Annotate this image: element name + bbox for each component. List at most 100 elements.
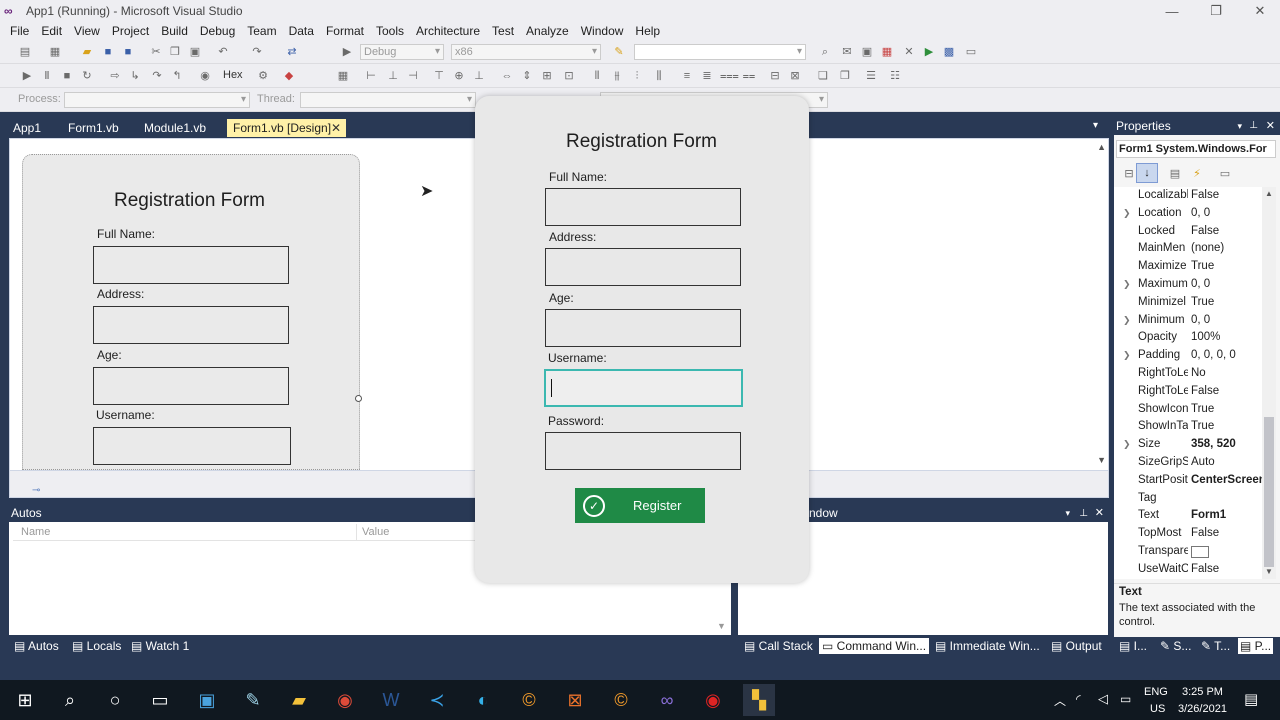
property-value[interactable]: 0, 0 <box>1191 205 1265 223</box>
menu-file[interactable]: File <box>4 24 35 38</box>
align-centers-icon[interactable]: ⊥ <box>386 70 400 82</box>
property-value[interactable]: False <box>1191 187 1265 205</box>
lock-controls-icon[interactable]: ☷ <box>888 70 902 82</box>
expand-chevron-icon[interactable]: ❯ <box>1123 347 1131 365</box>
horizontal-spacing-icon[interactable]: ⫴ <box>590 70 604 82</box>
expand-chevron-icon[interactable]: ❯ <box>1123 205 1131 223</box>
designer-textbox-age[interactable] <box>93 367 289 405</box>
windows-start-icon[interactable]: ⊞ <box>9 684 41 716</box>
fullname-input[interactable] <box>545 188 741 226</box>
region-indicator[interactable]: US <box>1150 703 1165 715</box>
properties-view-icon[interactable]: ▤ <box>1168 168 1182 180</box>
tab-t[interactable]: ✎ T... <box>1201 638 1230 654</box>
continue-icon[interactable]: ▶ <box>20 70 34 82</box>
property-value[interactable]: Form1 <box>1191 507 1265 525</box>
menu-view[interactable]: View <box>68 24 106 38</box>
remove-vertical-spacing-icon[interactable]: ⩵ <box>742 70 756 82</box>
property-grid-scrollbar[interactable]: ▲ ▼ <box>1262 187 1276 579</box>
center-horizontally-icon[interactable]: ⊟ <box>768 70 782 82</box>
object-browser-icon[interactable]: ▣ <box>860 46 874 58</box>
language-indicator[interactable]: ENG <box>1144 686 1168 698</box>
bring-to-front-icon[interactable]: ❏ <box>816 70 830 82</box>
vscode-icon[interactable]: ≺ <box>421 684 453 716</box>
thread-dropdown[interactable] <box>300 92 476 108</box>
property-row[interactable]: SizeGripSt Auto <box>1114 454 1276 472</box>
autos-scroll-down-icon[interactable]: ▼ <box>717 621 726 631</box>
tab-module1-vb[interactable]: Module1.vb <box>138 119 212 137</box>
categorized-icon[interactable]: ⊟ <box>1122 168 1136 180</box>
property-row[interactable]: RightToLe No <box>1114 365 1276 383</box>
decrease-horizontal-spacing-icon[interactable]: ⫶ <box>630 70 644 82</box>
battery-icon[interactable]: ▭ <box>1120 692 1131 706</box>
column-value[interactable]: Value <box>356 524 389 541</box>
menu-help[interactable]: Help <box>629 24 666 38</box>
menu-tools[interactable]: Tools <box>370 24 410 38</box>
app-c-icon[interactable]: © <box>513 684 545 716</box>
notepad-icon[interactable]: ✎ <box>237 684 269 716</box>
expand-chevron-icon[interactable]: ❯ <box>1123 436 1131 454</box>
right-panel-pin-icon[interactable]: ⊥ <box>1079 505 1088 522</box>
property-row[interactable]: Minimizel True <box>1114 294 1276 312</box>
menu-edit[interactable]: Edit <box>35 24 68 38</box>
clock-date[interactable]: 3/26/2021 <box>1178 703 1227 715</box>
clock-time[interactable]: 3:25 PM <box>1182 686 1223 698</box>
property-row[interactable]: StartPositi CenterScreen <box>1114 472 1276 490</box>
cut-icon[interactable]: ✂ <box>149 46 163 58</box>
tab-overflow-icon[interactable]: ▾ <box>1093 120 1098 131</box>
color-swatch[interactable] <box>1191 546 1209 558</box>
show-next-statement-icon[interactable]: ⇨ <box>108 70 122 82</box>
process-dropdown[interactable] <box>64 92 250 108</box>
remove-horizontal-spacing-icon[interactable]: ⫼ <box>652 70 666 82</box>
designer-textbox-address[interactable] <box>93 306 289 344</box>
step-out-icon[interactable]: ↰ <box>170 70 184 82</box>
store-icon[interactable]: ▣ <box>191 684 223 716</box>
tab-order-icon[interactable]: ☰ <box>864 70 878 82</box>
pin-icon[interactable]: ⊥ <box>1249 117 1258 135</box>
property-row[interactable]: Locked False <box>1114 223 1276 241</box>
close-tab-icon[interactable]: ✕ <box>331 119 341 137</box>
breakpoint-icon[interactable]: ◉ <box>198 70 212 82</box>
property-value[interactable]: True <box>1191 258 1265 276</box>
property-value[interactable]: Auto <box>1191 454 1265 472</box>
address-input[interactable] <box>545 248 741 286</box>
notifications-icon[interactable]: ▤ <box>1244 690 1258 708</box>
panel-close-icon[interactable]: ✕ <box>1266 117 1275 135</box>
password-input[interactable] <box>545 432 741 470</box>
center-vertically-icon[interactable]: ⊠ <box>788 70 802 82</box>
designer-textbox-fullname[interactable] <box>93 246 289 284</box>
property-value[interactable]: 0, 0, 0, 0 <box>1191 347 1265 365</box>
hex-toggle[interactable]: Hex <box>223 69 243 81</box>
configuration-dropdown[interactable]: Debug <box>360 44 444 60</box>
paste-icon[interactable]: ▣ <box>188 46 202 58</box>
property-value[interactable]: (none) <box>1191 240 1265 258</box>
open-file-icon[interactable]: ▰ <box>80 46 94 58</box>
property-row[interactable]: ❯ Minimum 0, 0 <box>1114 312 1276 330</box>
tab-watch1[interactable]: ▤ Watch 1 <box>131 638 189 654</box>
property-row[interactable]: Transparer <box>1114 543 1276 561</box>
step-over-icon[interactable]: ↷ <box>150 70 164 82</box>
app-c2-icon[interactable]: © <box>605 684 637 716</box>
add-item-icon[interactable]: ▦ <box>48 46 62 58</box>
property-row[interactable]: ❯ Size 358, 520 <box>1114 436 1276 454</box>
find-dropdown[interactable] <box>634 44 806 60</box>
redo-icon[interactable]: ↷ <box>250 46 264 58</box>
solution-explorer-icon[interactable]: ⌕ <box>818 46 832 58</box>
property-value[interactable]: False <box>1191 561 1265 579</box>
resize-handle[interactable] <box>355 395 362 402</box>
start-icon[interactable]: ▶ <box>340 46 354 58</box>
properties-icon[interactable]: ✉ <box>840 46 854 58</box>
pause-icon[interactable]: Ⅱ <box>40 70 54 82</box>
size-to-grid-icon[interactable]: ⊡ <box>562 70 576 82</box>
property-row[interactable]: Text Form1 <box>1114 507 1276 525</box>
running-app-icon[interactable]: ▚ <box>743 684 775 716</box>
right-panel-menu-icon[interactable]: ▾ <box>1065 505 1070 522</box>
tab-autos[interactable]: ▤ Autos <box>14 638 59 654</box>
align-middles-icon[interactable]: ⊕ <box>452 70 466 82</box>
tab-output[interactable]: ▤ Output <box>1051 638 1102 654</box>
panel-menu-icon[interactable]: ▾ <box>1237 117 1242 135</box>
property-row[interactable]: Localizabl False <box>1114 187 1276 205</box>
tab-s[interactable]: ✎ S... <box>1160 638 1191 654</box>
property-value[interactable]: False <box>1191 223 1265 241</box>
property-row[interactable]: Opacity 100% <box>1114 329 1276 347</box>
minimize-button[interactable]: — <box>1150 0 1194 22</box>
